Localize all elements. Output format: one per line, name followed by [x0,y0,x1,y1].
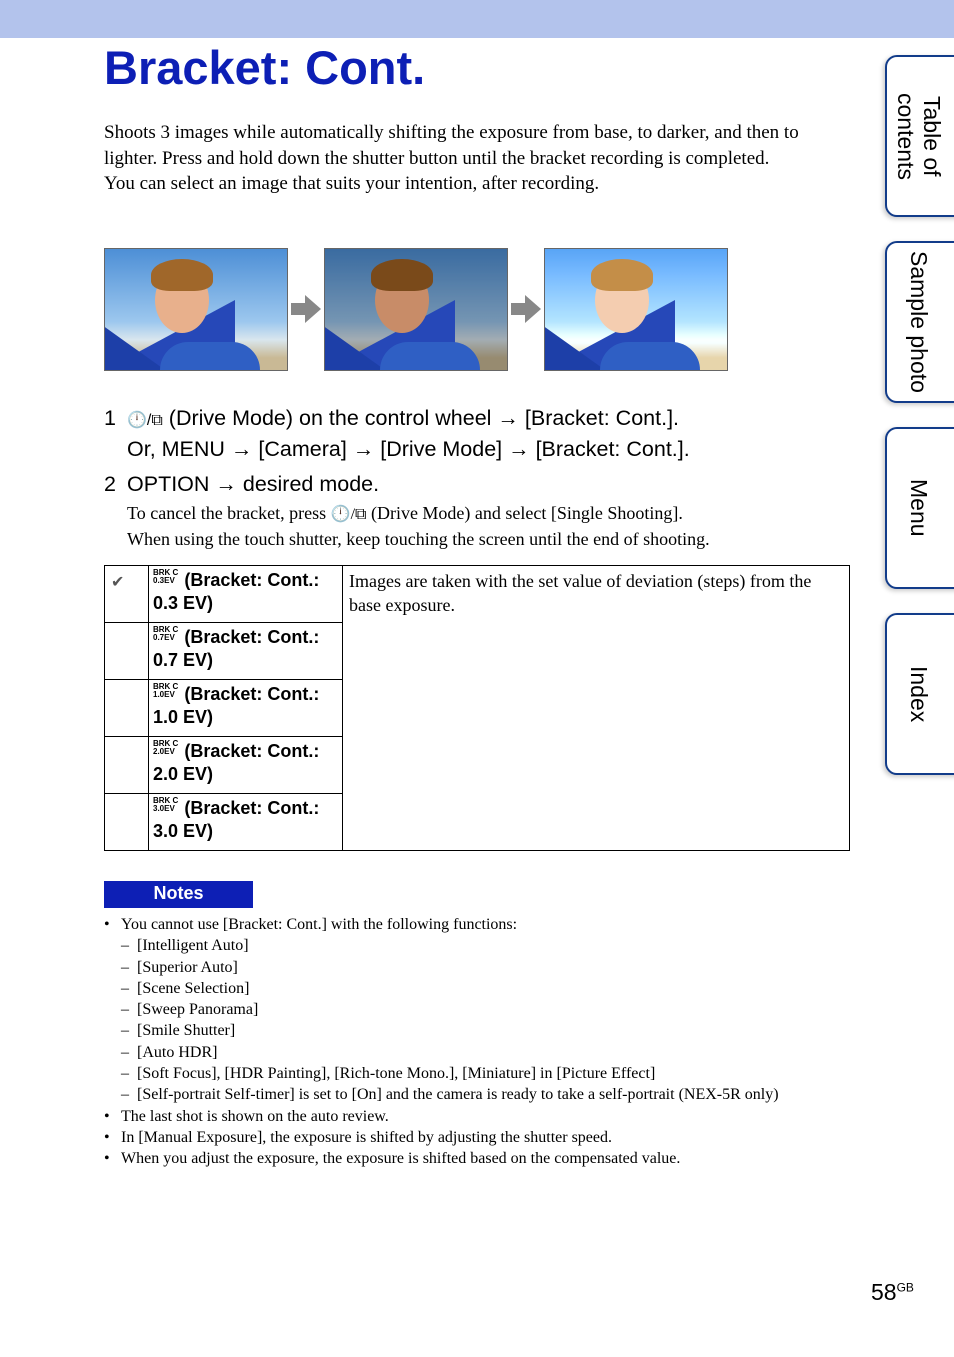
tab-label: Menu [906,479,932,537]
table-row: ✔ BRK C 0.3EV (Bracket: Cont.: 0.3 EV) Ima… [104,565,850,851]
intro-text: Shoots 3 images while automatically shif… [104,120,854,197]
tab-table-of-contents[interactable]: Table of contents [885,55,954,217]
note-item: In [Manual Exposure], the exposure is sh… [104,1127,779,1149]
note-item: You cannot use [Bracket: Cont.] with the… [104,914,779,936]
intro-paragraph: You can select an image that suits your … [104,173,600,194]
page-title: Bracket: Cont. [104,41,426,94]
note-subitem: [Superior Auto] [104,957,779,979]
bracket-options-table: ✔ BRK C 0.3EV (Bracket: Cont.: 0.3 EV) Ima… [104,565,850,851]
intro-paragraph: Shoots 3 images while automatically shif… [104,122,799,169]
tab-menu[interactable]: Menu [885,427,954,589]
top-bar [0,0,954,38]
tab-label: Table of contents [893,92,945,180]
note-subitem: [Soft Focus], [HDR Painting], [Rich-tone… [104,1063,779,1085]
step-text: (Drive Mode) on the control wheel → [Bra… [168,406,680,430]
drive-mode-icon: 🕛/⧉ [330,506,367,523]
bracket-icon: BRK C 1.0EV [153,682,179,699]
check-icon: ✔ [104,565,149,623]
step-text: Or, MENU → [Camera] → [Drive Mode] → [Br… [127,437,690,461]
note-subitem: [Scene Selection] [104,978,779,1000]
tab-sample-photo[interactable]: Sample photo [885,241,954,403]
note-subitem: [Self-portrait Self-timer] is set to [On… [104,1084,779,1106]
page-number-value: 58 [871,1279,897,1305]
steps: 1 🕛/⧉ (Drive Mode) on the control wheel →… [104,404,710,551]
arrow-right-icon [291,295,321,323]
note-subitem: [Intelligent Auto] [104,935,779,957]
note-subitem: [Auto HDR] [104,1042,779,1064]
bracket-icon: BRK C 3.0EV [153,796,179,813]
note-item: The last shot is shown on the auto revie… [104,1106,779,1128]
page-number: 58GB [871,1279,914,1306]
tab-label: Sample photo [906,251,932,393]
option-description: Images are taken with the set value of d… [342,565,850,851]
bracket-icon: BRK C 0.7EV [153,625,179,642]
page-suffix: GB [896,1280,914,1295]
tab-index[interactable]: Index [885,613,954,775]
sub-text: When using the touch shutter, keep touch… [127,529,710,549]
notes-list: You cannot use [Bracket: Cont.] with the… [104,914,779,1170]
tab-label: Index [906,665,932,723]
drive-mode-icon: 🕛/⧉ [127,412,163,429]
sub-text: To cancel the bracket, press [127,503,327,523]
sample-photo-base [104,248,288,371]
notes-heading: Notes [104,881,253,908]
step-number: 2 [104,472,116,496]
step-text: OPTION → desired mode. [127,472,380,496]
note-subitem: [Sweep Panorama] [104,999,779,1021]
note-subitem: [Smile Shutter] [104,1020,779,1042]
bracket-icon: BRK C 0.3EV [153,568,179,585]
sub-text: (Drive Mode) and select [Single Shooting… [370,503,683,523]
sample-photo-lighter [544,248,728,371]
bracket-icon: BRK C 2.0EV [153,739,179,756]
note-item: When you adjust the exposure, the exposu… [104,1148,779,1170]
step-number: 1 [104,406,116,430]
sample-photo-darker [324,248,508,371]
arrow-right-icon [511,295,541,323]
